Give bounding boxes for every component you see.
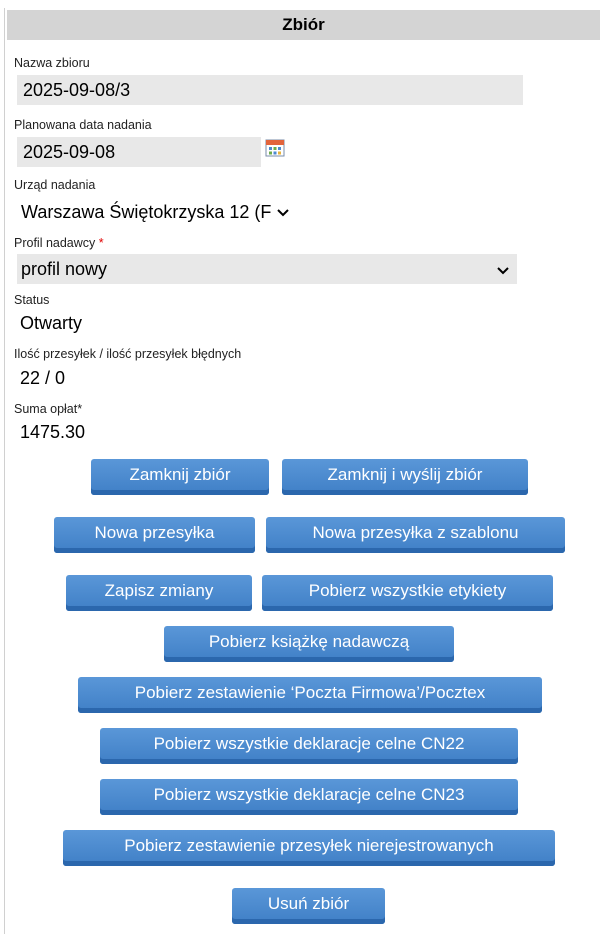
new-shipment-button[interactable]: Nowa przesyłka [54, 517, 255, 553]
planned-date-label: Planowana data nadania [14, 118, 152, 132]
left-border [4, 8, 5, 934]
panel-title: Zbiór [282, 15, 325, 34]
name-label: Nazwa zbioru [14, 56, 90, 70]
close-send-set-button[interactable]: Zamknij i wyślij zbiór [282, 459, 528, 495]
planned-date-field[interactable]: 2025-09-08 [17, 137, 261, 167]
required-mark: * [98, 236, 104, 250]
fees-value: 1475.30 [20, 422, 86, 442]
profile-label: Profil nadawcy * [14, 236, 104, 250]
profile-label-text: Profil nadawcy [14, 236, 96, 250]
close-set-button[interactable]: Zamknij zbiór [91, 459, 269, 495]
delete-set-button[interactable]: Usuń zbiór [232, 888, 385, 924]
get-cn22-button[interactable]: Pobierz wszystkie deklaracje celne CN22 [100, 728, 518, 764]
profile-value: profil nowy [21, 258, 108, 279]
name-value: 2025-09-08/3 [23, 79, 131, 100]
profile-select[interactable]: profil nowy [17, 254, 517, 284]
calendar-icon[interactable] [265, 139, 285, 157]
new-shipment-template-button[interactable]: Nowa przesyłka z szablonu [266, 517, 565, 553]
office-value: Warszawa Świętokrzyska 12 (F [21, 201, 272, 222]
office-select[interactable]: Warszawa Świętokrzyska 12 (F [17, 197, 327, 227]
chevron-down-icon [497, 259, 509, 280]
panel-header: Zbiór [7, 10, 600, 40]
save-changes-button[interactable]: Zapisz zmiany [66, 575, 252, 611]
get-all-labels-button[interactable]: Pobierz wszystkie etykiety [262, 575, 553, 611]
count-label: Ilość przesyłek / ilość przesyłek błędny… [14, 347, 242, 361]
planned-date-value: 2025-09-08 [23, 141, 116, 162]
get-cn23-button[interactable]: Pobierz wszystkie deklaracje celne CN23 [100, 779, 518, 815]
get-dispatch-book-button[interactable]: Pobierz książkę nadawczą [164, 626, 454, 662]
get-summary-pf-button[interactable]: Pobierz zestawienie ‘Poczta Firmowa’/Poc… [78, 677, 542, 713]
office-label: Urząd nadania [14, 178, 96, 192]
status-value: Otwarty [20, 313, 83, 333]
fees-label: Suma opłat* [14, 402, 83, 416]
name-field[interactable]: 2025-09-08/3 [17, 75, 523, 105]
status-label: Status [14, 293, 50, 307]
get-unregistered-summary-button[interactable]: Pobierz zestawienie przesyłek nierejestr… [63, 830, 555, 866]
count-value: 22 / 0 [20, 368, 66, 388]
chevron-down-icon [277, 204, 290, 220]
